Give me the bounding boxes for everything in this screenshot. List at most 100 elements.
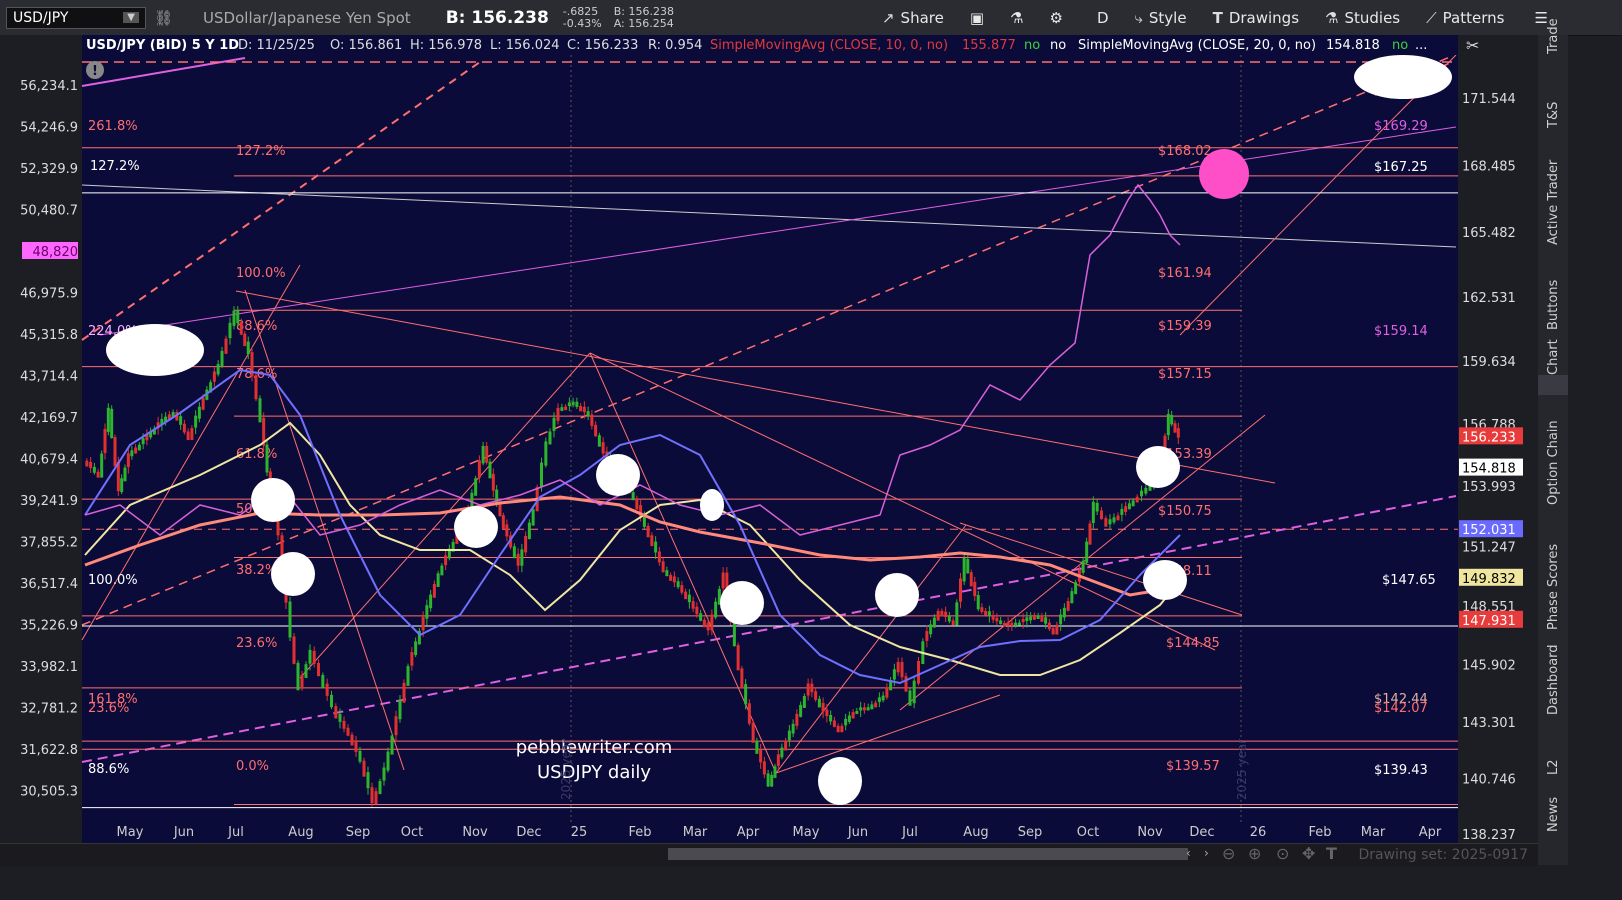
candle-body bbox=[751, 722, 755, 743]
price-tag-label: 147.931 bbox=[1462, 614, 1516, 629]
candle-body bbox=[1029, 616, 1033, 621]
bid-ask-block: B: 156.238 A: 156.254 bbox=[613, 5, 674, 30]
fib-label-right: $157.15 bbox=[1158, 367, 1212, 382]
candle-body bbox=[246, 341, 250, 355]
candle-body bbox=[110, 408, 114, 439]
candle-body bbox=[374, 791, 378, 805]
candle-body bbox=[304, 664, 308, 678]
candle-body bbox=[795, 713, 799, 726]
candle-body bbox=[814, 691, 818, 700]
candle-body bbox=[485, 445, 489, 463]
period-label: D bbox=[1096, 8, 1109, 27]
candle-body bbox=[421, 616, 425, 631]
side-tab-t-s[interactable]: T&S bbox=[1538, 102, 1568, 148]
zoom-in-icon[interactable]: ⊕ bbox=[1248, 844, 1261, 863]
watermark-label: USDJPY daily bbox=[537, 762, 651, 783]
annotation-circle bbox=[454, 506, 498, 548]
candle-body bbox=[987, 611, 991, 617]
candle-body bbox=[406, 666, 410, 686]
candle-body bbox=[1025, 617, 1029, 621]
header-more[interactable]: ... bbox=[1415, 38, 1427, 53]
candle-body bbox=[338, 713, 342, 722]
settings-button[interactable]: ⚙ bbox=[1049, 9, 1062, 27]
candle-body bbox=[650, 535, 654, 547]
studies-button[interactable]: ⚗ Studies bbox=[1325, 9, 1400, 27]
candle-body bbox=[579, 406, 583, 412]
x-axis-label: Jul bbox=[901, 825, 918, 840]
candle-body bbox=[1124, 506, 1128, 513]
candle-body bbox=[1006, 622, 1010, 626]
candle-body bbox=[862, 707, 866, 711]
candle-body bbox=[1112, 517, 1116, 523]
candle-body bbox=[386, 751, 390, 771]
candle-body bbox=[524, 536, 528, 553]
collapse-icon[interactable]: ✂ bbox=[1466, 36, 1479, 55]
share-button[interactable]: ↗ Share bbox=[882, 9, 944, 27]
chevron-down-icon[interactable]: ▼ bbox=[123, 12, 139, 23]
left-axis-label: 39,241.9 bbox=[20, 494, 78, 509]
candle-body bbox=[1066, 601, 1070, 611]
zoom-fit-icon[interactable]: ⊙ bbox=[1276, 844, 1289, 863]
candle-body bbox=[955, 602, 959, 626]
left-axis-label: 33,982.1 bbox=[20, 660, 78, 675]
text-tool-icon[interactable]: T bbox=[1326, 844, 1337, 863]
candle-body bbox=[491, 473, 495, 491]
candle-body bbox=[512, 546, 516, 559]
fib-label-left: 23.6% bbox=[88, 701, 129, 716]
x-axis-label: Feb bbox=[628, 825, 651, 840]
style-button[interactable]: ⤷ Style bbox=[1135, 9, 1187, 27]
left-axis-label: 50,480.7 bbox=[20, 204, 78, 219]
candle-body bbox=[912, 680, 916, 704]
link-icon[interactable]: ⛓ bbox=[154, 9, 173, 27]
side-tab-news[interactable]: News bbox=[1538, 797, 1568, 852]
sma20-value: 154.818 bbox=[1326, 38, 1380, 53]
left-axis-label: 30,505.3 bbox=[20, 785, 78, 800]
right-axis-label: 153.993 bbox=[1462, 480, 1516, 495]
candle-body bbox=[1095, 502, 1099, 512]
candle-body bbox=[1062, 607, 1066, 618]
candle-body bbox=[881, 695, 885, 701]
scroll-right-icon[interactable]: › bbox=[1204, 846, 1209, 860]
scroll-left-icon[interactable]: ‹ bbox=[1186, 846, 1191, 860]
candle-body bbox=[1036, 615, 1040, 620]
side-tab-dashboard[interactable]: Dashboard bbox=[1538, 644, 1568, 735]
symbol-selector[interactable]: USD/JPY ▼ bbox=[6, 6, 146, 29]
snapshot-button[interactable]: ▣ bbox=[970, 9, 984, 27]
candle-body bbox=[106, 407, 110, 432]
candle-body bbox=[680, 585, 684, 593]
candle-body bbox=[744, 684, 748, 705]
candle-body bbox=[254, 375, 258, 400]
price-tag-label: 156.233 bbox=[1462, 430, 1516, 445]
candle-body bbox=[370, 787, 374, 804]
studies-label: Studies bbox=[1344, 8, 1401, 27]
candle-body bbox=[410, 652, 414, 666]
side-tab-l2[interactable]: L2 bbox=[1538, 759, 1568, 795]
candle-body bbox=[571, 401, 575, 406]
lab-button[interactable]: ⚗ bbox=[1010, 9, 1023, 27]
annotation-circle bbox=[1136, 446, 1180, 488]
candle-body bbox=[657, 551, 661, 563]
candle-body bbox=[382, 767, 386, 781]
period-button[interactable]: D bbox=[1097, 9, 1109, 27]
pan-icon[interactable]: ✥ bbox=[1302, 844, 1315, 863]
candle-body bbox=[1140, 490, 1143, 497]
side-tab-option-chain[interactable]: Option Chain bbox=[1538, 420, 1568, 525]
candle-body bbox=[358, 750, 362, 762]
x-axis-label: Sep bbox=[1018, 825, 1043, 840]
patterns-button[interactable]: ⟋ Patterns bbox=[1426, 9, 1504, 27]
zoom-out-icon[interactable]: ⊖ bbox=[1222, 844, 1235, 863]
candle-body bbox=[201, 397, 205, 410]
ask-small: A: 156.254 bbox=[613, 16, 674, 30]
side-tab-chart[interactable]: Chart bbox=[1538, 339, 1568, 395]
side-tab-active-trader[interactable]: Active Trader bbox=[1538, 160, 1568, 265]
candle-body bbox=[710, 614, 714, 631]
candle-body bbox=[440, 565, 444, 576]
candle-body bbox=[402, 682, 406, 703]
candle-body bbox=[976, 595, 980, 610]
drawings-button[interactable]: T Drawings bbox=[1213, 9, 1299, 27]
horizontal-scrollbar[interactable] bbox=[668, 848, 1188, 860]
candle-body bbox=[220, 350, 224, 367]
price-chart[interactable]: 56,234.1 54,246.9 52,329.9 50,480.7 48,820 46… bbox=[0, 35, 1538, 853]
x-axis-label: Nov bbox=[1137, 825, 1163, 840]
side-tab-trade[interactable]: Trade bbox=[1538, 18, 1568, 74]
